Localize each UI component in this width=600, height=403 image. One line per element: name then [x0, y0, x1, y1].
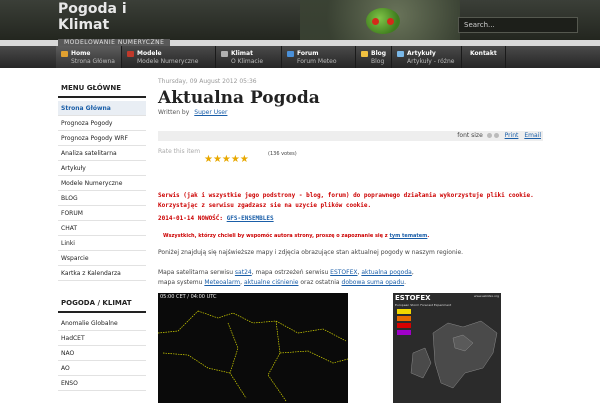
page-title: Aktualna Pogoda	[158, 88, 320, 108]
email-link[interactable]: Email	[524, 132, 541, 139]
site-title[interactable]: Pogoda i Klimat	[58, 1, 138, 33]
article-toolbar: font size Print Email	[158, 131, 543, 141]
nav-item-artykuly[interactable]: Artykuły Artykuły - różne	[392, 46, 462, 68]
home-icon	[61, 51, 68, 57]
site-header: Pogoda i Klimat Search...	[0, 0, 600, 40]
sidebar-item-strona-glowna[interactable]: Strona Główna	[58, 101, 146, 116]
sidebar-heading-main-menu: MENU GŁÓWNE	[58, 80, 146, 98]
sidebar-item-anomalie-globalne[interactable]: Anomalie Globalne	[58, 316, 146, 331]
sidebar-heading-pogoda-klimat: POGODA / KLIMAT	[58, 295, 146, 313]
support-topic-link[interactable]: tym tematem	[389, 233, 427, 239]
articles-icon	[397, 51, 404, 57]
satellite-map-borders	[158, 310, 348, 402]
main-nav: Home Strona Główna Modele Modele Numeryc…	[0, 46, 600, 68]
font-decrease-icon[interactable]	[493, 133, 499, 138]
cookie-notice: Serwis (jak i wszystkie jego podstrony -…	[158, 192, 534, 209]
article-byline: Written by Super User	[158, 109, 228, 116]
models-icon	[127, 51, 134, 57]
forum-icon	[287, 51, 294, 57]
gfs-ensembles-link[interactable]: GFS-ENSEMBLES	[227, 215, 274, 222]
nav-item-blog[interactable]: Blog Blog	[356, 46, 392, 68]
sat24-link[interactable]: sat24	[235, 269, 252, 276]
rate-label: Rate this item	[158, 148, 201, 155]
nav-item-home[interactable]: Home Strona Główna	[56, 46, 122, 68]
climate-icon	[221, 51, 228, 57]
map-links-paragraph: Mapa satelitarna serwisu sat24, mapa ost…	[158, 269, 414, 286]
support-notice: Wszystkich, którzy chcieli by wspomóc au…	[163, 233, 430, 239]
daily-precip-link[interactable]: dobowa suma opadu	[342, 279, 405, 286]
meteoalarm-link[interactable]: Meteoalarm	[204, 279, 240, 286]
font-increase-icon[interactable]	[486, 133, 492, 138]
sidebar-item-hadcet[interactable]: HadCET	[58, 331, 146, 346]
article-date: Thursday, 09 August 2012 05:36	[158, 78, 257, 85]
sidebar-item-enso[interactable]: ENSO	[58, 376, 146, 391]
estofex-map-image[interactable]: ESTOFEX European Storm Forecast Experime…	[393, 293, 501, 403]
sidebar: MENU GŁÓWNE Strona Główna Prognoza Pogod…	[58, 80, 146, 391]
current-weather-link[interactable]: aktualna pogoda	[361, 269, 411, 276]
satellite-map-image[interactable]: 05:00 CET / 04:00 UTC	[158, 293, 348, 403]
article-main: Thursday, 09 August 2012 05:36 Aktualna …	[158, 78, 543, 403]
frog-eye-right-icon	[387, 18, 394, 25]
estofex-europe-map	[397, 309, 498, 389]
votes-count: (136 votes)	[268, 151, 297, 157]
sidebar-item-chat[interactable]: CHAT	[58, 221, 146, 236]
estofex-link[interactable]: ESTOFEX	[330, 269, 357, 276]
sidebar-item-analiza-satelitarna[interactable]: Analiza satelitarna	[58, 146, 146, 161]
sidebar-item-kartka-z-kalendarza[interactable]: Kartka z Kalendarza	[58, 266, 146, 281]
nav-item-kontakt[interactable]: Kontakt	[462, 46, 506, 68]
search-input[interactable]: Search...	[458, 17, 578, 33]
nav-item-forum[interactable]: Forum Forum Meteo	[282, 46, 356, 68]
nav-item-modele[interactable]: Modele Modele Numeryczne	[122, 46, 216, 68]
sidebar-item-prognoza-wrf[interactable]: Prognoza Pogody WRF	[58, 131, 146, 146]
sidebar-item-artykuly[interactable]: Artykuły	[58, 161, 146, 176]
rating-stars-icon[interactable]: ★★★★★	[204, 154, 249, 165]
intro-text: Poniżej znajdują się najświeższe mapy i …	[158, 249, 464, 256]
sidebar-item-wsparcie[interactable]: Wsparcie	[58, 251, 146, 266]
frog-logo-icon	[366, 8, 400, 34]
sidebar-item-modele-numeryczne[interactable]: Modele Numeryczne	[58, 176, 146, 191]
sidebar-item-linki[interactable]: Linki	[58, 236, 146, 251]
satellite-timestamp: 05:00 CET / 04:00 UTC	[160, 294, 217, 300]
sidebar-item-nao[interactable]: NAO	[58, 346, 146, 361]
sidebar-item-ao[interactable]: AO	[58, 361, 146, 376]
current-pressure-link[interactable]: aktualne ciśnienie	[244, 279, 298, 286]
blog-icon	[361, 51, 368, 57]
print-link[interactable]: Print	[505, 132, 519, 139]
sidebar-item-forum[interactable]: FORUM	[58, 206, 146, 221]
news-line: 2014-01-14 NOWOŚĆ: GFS-ENSEMBLES	[158, 215, 274, 222]
sidebar-item-blog[interactable]: BLOG	[58, 191, 146, 206]
sidebar-item-prognoza-pogody[interactable]: Prognoza Pogody	[58, 116, 146, 131]
author-link[interactable]: Super User	[194, 109, 227, 116]
frog-eye-left-icon	[372, 18, 379, 25]
nav-item-klimat[interactable]: Klimat O Klimacie	[216, 46, 282, 68]
